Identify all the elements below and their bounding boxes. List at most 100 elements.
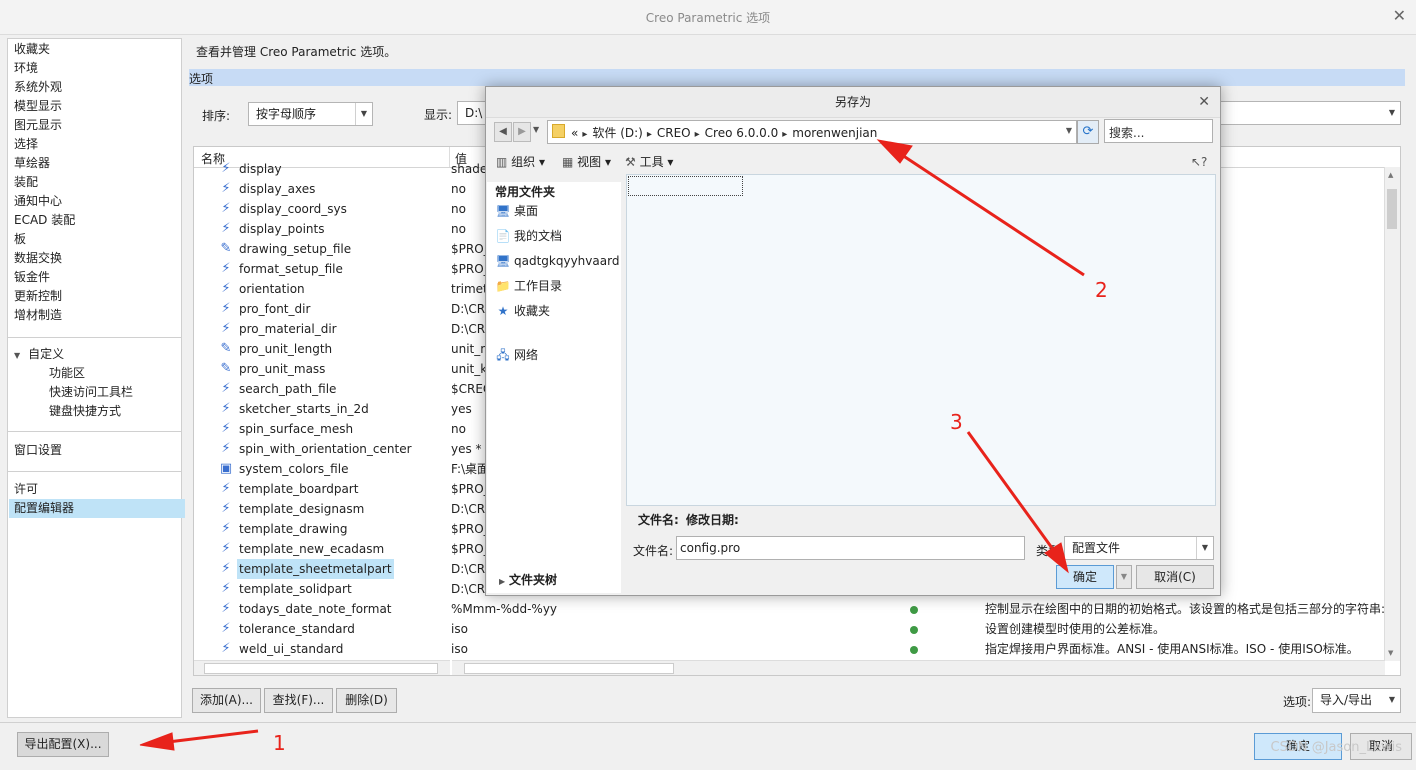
sidebar-item[interactable]: 通知中心 — [14, 192, 62, 211]
sidebar-item-config-editor[interactable]: 配置编辑器 — [9, 499, 185, 518]
dialog-cancel-button[interactable]: 取消(C) — [1136, 565, 1214, 589]
sidebar-item[interactable]: 装配 — [14, 173, 38, 192]
back-icon[interactable]: ◀ — [494, 122, 512, 142]
option-name: system_colors_file — [239, 462, 349, 476]
sidebar-item[interactable]: ECAD 装配 — [14, 211, 75, 230]
option-name: template_drawing — [239, 522, 348, 536]
search-input[interactable]: 搜索... — [1104, 119, 1213, 143]
sidebar-item[interactable]: 图元显示 — [14, 116, 62, 135]
sidebar-item[interactable]: 草绘器 — [14, 154, 50, 173]
sidebar-item-window-settings[interactable]: 窗口设置 — [14, 441, 62, 460]
nav-item-network[interactable]: 🖧 网络 — [495, 345, 538, 365]
horizontal-scrollbar-right[interactable] — [452, 660, 1385, 675]
file-list[interactable] — [626, 174, 1216, 506]
help-icon[interactable]: ↖? — [1191, 152, 1207, 172]
table-row[interactable]: ⚡ weld_ui_standard iso 指定焊接用户界面标准。ANSI - 使用… — [194, 639, 1384, 659]
documents-icon: 📄 — [495, 229, 511, 243]
option-name: template_boardpart — [239, 482, 359, 496]
sidebar-item[interactable]: 系统外观 — [14, 78, 62, 97]
sidebar-item[interactable]: 选择 — [14, 135, 38, 154]
refresh-icon[interactable]: ⟳ — [1077, 120, 1099, 144]
address-bar[interactable]: «▸ 软件 (D:) ▸ CREO ▸ Creo 6.0.0.0 ▸ morenwenjian… — [547, 120, 1077, 144]
show-select[interactable]: D:\ — [457, 101, 487, 125]
table-row[interactable]: ⚡ todays_date_note_format %Mmm-%dd-%yy 控制显示… — [194, 599, 1385, 619]
info-date-label: 修改日期: — [686, 513, 739, 527]
horizontal-scrollbar-left[interactable] — [194, 660, 450, 675]
status-dot-icon — [910, 606, 918, 614]
export-config-button[interactable]: 导出配置(X)... — [17, 732, 109, 757]
sort-select[interactable]: 按字母顺序 ▼ — [248, 102, 373, 126]
chevron-right-icon[interactable]: ▸ — [782, 129, 787, 140]
option-type-icon: ⚡ — [221, 401, 231, 416]
scroll-up-icon[interactable]: ▲ — [1388, 171, 1393, 179]
sidebar-item[interactable]: 数据交换 — [14, 249, 62, 268]
option-name: template_sheetmetalpart — [237, 559, 394, 579]
sidebar-item[interactable]: 模型显示 — [14, 97, 62, 116]
folder-nav-pane: 常用文件夹 🖥 桌面 📄 我的文档 🖥 qadtgkqyyhvaard 📁 工作目录 ★ 收藏夹 … — [487, 182, 621, 593]
sidebar-item[interactable]: 环境 — [14, 59, 38, 78]
import-export-select[interactable]: 导入/导出 ▼ — [1312, 688, 1401, 713]
sidebar-item-license[interactable]: 许可 — [14, 480, 38, 499]
scrollbar-thumb[interactable] — [204, 663, 438, 674]
sidebar-group-custom[interactable]: ▼ 自定义 — [14, 345, 64, 364]
option-type-icon: ⚡ — [221, 641, 231, 656]
nav-item[interactable]: 🖥 qadtgkqyyhvaard — [495, 251, 619, 271]
dialog-title: 另存为 — [486, 87, 1220, 118]
sidebar-subitem[interactable]: 快速访问工具栏 — [49, 383, 133, 402]
chevron-right-icon[interactable]: ▸ — [582, 129, 587, 140]
scrollbar-thumb[interactable] — [464, 663, 674, 674]
nav-item[interactable]: 📄 我的文档 — [495, 226, 563, 246]
option-type-icon: ⚡ — [221, 381, 231, 396]
dialog-ok-dropdown[interactable]: ▼ — [1116, 565, 1132, 589]
sidebar-item[interactable]: 板 — [14, 230, 26, 249]
option-name: spin_with_orientation_center — [239, 442, 412, 456]
focus-rect — [628, 176, 743, 196]
sidebar-subitem[interactable]: 键盘快捷方式 — [49, 402, 121, 421]
dialog-ok-button[interactable]: 确定 — [1056, 565, 1114, 589]
forward-icon[interactable]: ▶ — [513, 122, 531, 142]
option-type-icon: ⚡ — [221, 621, 231, 636]
breadcrumb-item[interactable]: morenwenjian — [792, 126, 877, 140]
option-name: tolerance_standard — [239, 622, 355, 636]
sidebar-item[interactable]: 收藏夹 — [14, 40, 50, 59]
nav-item[interactable]: 📁 工作目录 — [495, 276, 563, 296]
chevron-right-icon[interactable]: ▸ — [695, 129, 700, 140]
breadcrumb-item[interactable]: Creo 6.0.0.0 — [705, 126, 779, 140]
scroll-down-icon[interactable]: ▼ — [1388, 649, 1393, 657]
option-type-icon: ▣ — [219, 461, 233, 476]
add-button[interactable]: 添加(A)... — [192, 688, 261, 713]
status-dot-icon — [910, 626, 918, 634]
nav-item[interactable]: ★ 收藏夹 — [495, 301, 550, 321]
sidebar-item[interactable]: 增材制造 — [14, 306, 62, 325]
breadcrumb-item[interactable]: CREO — [657, 126, 691, 140]
table-row[interactable]: ⚡ tolerance_standard iso 设置创建模型时使用的公差标准。 — [194, 619, 1384, 639]
chevron-right-icon: ▶ — [499, 577, 506, 586]
close-icon[interactable]: ✕ — [1198, 94, 1210, 110]
vertical-scrollbar[interactable]: ▲ ▼ — [1384, 167, 1400, 661]
breadcrumb-item[interactable]: 软件 (D:) — [592, 126, 642, 140]
breadcrumb-overflow[interactable]: « — [571, 126, 578, 140]
find-button[interactable]: 查找(F)... — [264, 688, 333, 713]
option-type-icon: ⚡ — [221, 201, 231, 216]
annotation-2: 2 — [1095, 278, 1108, 302]
organize-menu[interactable]: ▥ 组织 ▾ — [496, 152, 545, 172]
tools-menu[interactable]: ⚒ 工具 ▾ — [625, 152, 673, 172]
view-menu[interactable]: ▦ 视图 ▾ — [562, 152, 611, 172]
delete-button[interactable]: 删除(D) — [336, 688, 397, 713]
chevron-down-icon[interactable]: ▼ — [1066, 126, 1072, 135]
close-icon[interactable]: ✕ — [1393, 6, 1406, 25]
folder-tree-toggle[interactable]: ▶ 文件夹树 — [499, 571, 557, 588]
chevron-down-icon[interactable]: ▼ — [533, 125, 539, 134]
filename-input[interactable]: config.pro — [676, 536, 1025, 560]
show-select-end[interactable]: ▼ — [1219, 101, 1401, 125]
sidebar-item[interactable]: 钣金件 — [14, 268, 50, 287]
option-name: display — [239, 162, 282, 176]
nav-item[interactable]: 🖥 桌面 — [495, 201, 538, 221]
chevron-right-icon[interactable]: ▸ — [647, 129, 652, 140]
tools-icon: ⚒ — [625, 155, 636, 169]
file-type-select[interactable]: 配置文件 ▼ — [1064, 536, 1214, 560]
scrollbar-thumb[interactable] — [1387, 189, 1397, 229]
sidebar-item[interactable]: 更新控制 — [14, 287, 62, 306]
sidebar-subitem[interactable]: 功能区 — [49, 364, 85, 383]
show-select-value: D:\ — [465, 106, 483, 120]
